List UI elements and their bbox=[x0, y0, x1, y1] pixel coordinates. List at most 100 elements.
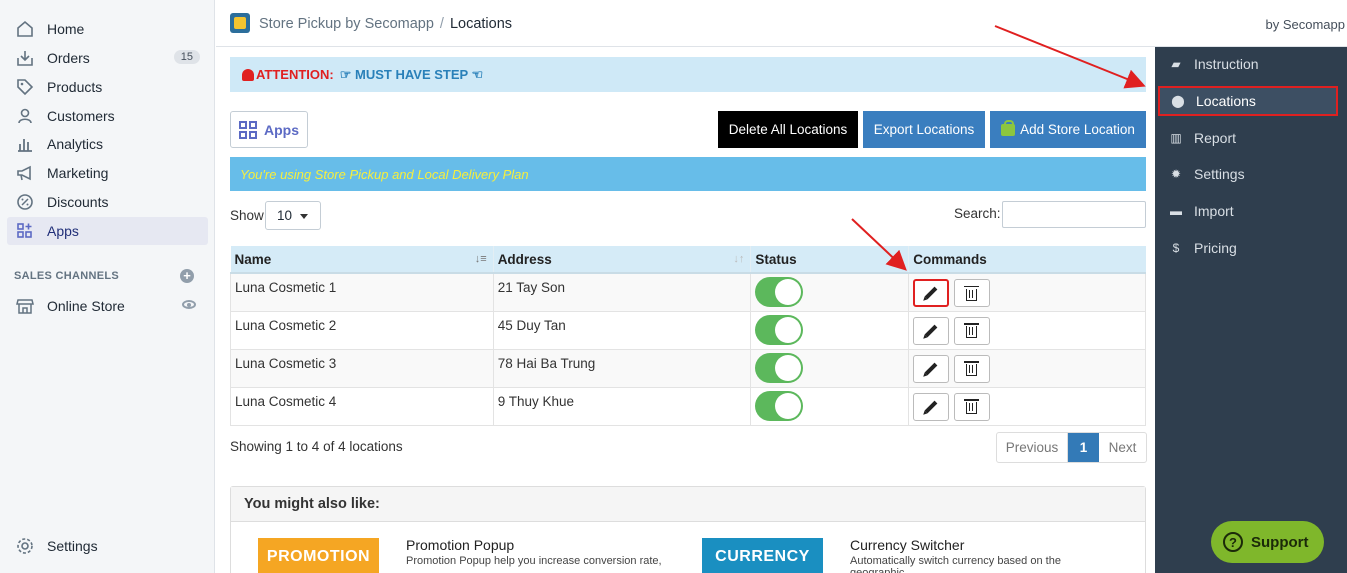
sidebar-item-pricing[interactable]: $ Pricing bbox=[1158, 233, 1338, 263]
edit-location-button[interactable] bbox=[913, 354, 950, 383]
add-channel-icon[interactable]: + bbox=[180, 269, 194, 283]
store-icon bbox=[15, 296, 35, 316]
status-cell bbox=[750, 386, 909, 426]
gear-icon: ✹ bbox=[1170, 167, 1182, 181]
status-toggle[interactable] bbox=[755, 390, 804, 421]
commands-cell bbox=[908, 310, 1146, 349]
location-name: Luna Cosmetic 2 bbox=[230, 310, 494, 349]
delete-location-button[interactable] bbox=[953, 279, 990, 307]
nav-item-settings[interactable]: Settings bbox=[7, 532, 208, 560]
currency-switcher-thumbnail[interactable]: CURRENCY bbox=[702, 538, 823, 573]
apps-button[interactable]: Apps bbox=[230, 111, 308, 148]
nav-item-products[interactable]: Products bbox=[7, 73, 208, 101]
pagination: Previous 1 Next bbox=[996, 432, 1147, 463]
developer-byline[interactable]: by Secomapp bbox=[1266, 17, 1346, 32]
promotion-popup-thumbnail[interactable]: PROMOTION bbox=[258, 538, 379, 573]
map-pin-icon: ⬤ bbox=[1171, 94, 1185, 108]
bar-chart-icon bbox=[15, 134, 35, 154]
edit-location-button[interactable] bbox=[913, 316, 950, 345]
page-size-select[interactable]: 10 bbox=[265, 201, 321, 230]
home-icon bbox=[15, 19, 35, 39]
eye-icon[interactable] bbox=[182, 300, 196, 309]
location-address: 78 Hai Ba Trung bbox=[492, 348, 751, 387]
sort-asc-icon: ↓≡ bbox=[474, 253, 487, 265]
pencil-icon bbox=[924, 324, 938, 337]
page-1-button[interactable]: 1 bbox=[1068, 433, 1099, 462]
promotion-popup-description: Promotion Popup help you increase conver… bbox=[406, 555, 662, 567]
location-name: Luna Cosmetic 1 bbox=[230, 272, 494, 311]
column-header-name[interactable]: Name ↓≡ bbox=[230, 246, 494, 274]
nav-label: Online Store bbox=[47, 298, 125, 314]
status-toggle[interactable] bbox=[755, 277, 804, 307]
export-locations-button[interactable]: Export Locations bbox=[863, 111, 985, 148]
apps-icon bbox=[15, 221, 35, 241]
search-input[interactable] bbox=[1002, 201, 1146, 228]
status-toggle[interactable] bbox=[755, 314, 804, 345]
discount-icon bbox=[15, 192, 35, 212]
promotion-popup-title[interactable]: Promotion Popup bbox=[406, 537, 514, 553]
nav-label: Discounts bbox=[47, 194, 109, 210]
trash-icon bbox=[964, 399, 980, 414]
delete-location-button[interactable] bbox=[953, 354, 990, 383]
sidebar-item-settings[interactable]: ✹ Settings bbox=[1158, 159, 1338, 189]
edit-location-button[interactable] bbox=[913, 392, 950, 421]
previous-page-button[interactable]: Previous bbox=[997, 433, 1068, 462]
toggle-knob bbox=[775, 279, 802, 305]
attention-banner: ATTENTION: ☞ MUST HAVE STEP ☜ bbox=[230, 57, 1146, 92]
page-size-value: 10 bbox=[277, 208, 293, 223]
nav-label: Home bbox=[47, 21, 85, 37]
table-row: Luna Cosmetic 2 45 Duy Tan bbox=[230, 310, 1146, 349]
add-store-location-button[interactable]: Add Store Location bbox=[990, 111, 1146, 148]
pencil-icon bbox=[924, 400, 938, 413]
table-row: Luna Cosmetic 3 78 Hai Ba Trung bbox=[230, 348, 1146, 387]
sidebar-item-label: Pricing bbox=[1194, 240, 1237, 256]
qr-grid-icon bbox=[239, 120, 257, 139]
sidebar-item-label: Instruction bbox=[1194, 56, 1259, 72]
nav-item-analytics[interactable]: Analytics bbox=[7, 130, 208, 158]
edit-location-button[interactable] bbox=[913, 279, 950, 307]
currency-switcher-title[interactable]: Currency Switcher bbox=[850, 537, 964, 553]
status-cell bbox=[750, 272, 909, 311]
nav-item-customers[interactable]: Customers bbox=[7, 102, 208, 130]
trash-icon bbox=[964, 323, 980, 338]
header-label: Address bbox=[497, 251, 552, 267]
nav-item-home[interactable]: Home bbox=[7, 15, 208, 43]
must-have-step-link[interactable]: ☞ MUST HAVE STEP ☜ bbox=[340, 67, 483, 83]
sidebar-item-instruction[interactable]: ▰ Instruction bbox=[1158, 49, 1338, 79]
nav-item-orders[interactable]: Orders 15 bbox=[7, 44, 208, 72]
bar-chart-icon: ▥ bbox=[1170, 131, 1182, 145]
delete-all-locations-button[interactable]: Delete All Locations bbox=[718, 111, 858, 148]
breadcrumb-separator: / bbox=[439, 16, 444, 32]
bell-icon bbox=[242, 68, 254, 81]
sidebar-item-label: Import bbox=[1194, 203, 1234, 219]
delete-location-button[interactable] bbox=[953, 316, 990, 345]
header-label: Name bbox=[234, 251, 272, 267]
column-header-commands: Commands bbox=[908, 246, 1146, 274]
table-row: Luna Cosmetic 49 Thuy Khue bbox=[230, 386, 1146, 426]
delete-location-button[interactable] bbox=[953, 392, 990, 421]
top-bar: Store Pickup by Secomapp / Locations by Se… bbox=[216, 0, 1347, 47]
support-button[interactable]: ? Support bbox=[1211, 521, 1324, 563]
sidebar-item-report[interactable]: ▥ Report bbox=[1158, 123, 1338, 153]
table-info: Showing 1 to 4 of 4 locations bbox=[230, 439, 403, 454]
nav-label: Marketing bbox=[47, 165, 109, 181]
breadcrumb-app[interactable]: Store Pickup by Secomapp bbox=[259, 16, 434, 32]
attention-label: ATTENTION: bbox=[256, 67, 334, 82]
toggle-knob bbox=[775, 316, 802, 343]
sidebar-item-locations[interactable]: ⬤ Locations bbox=[1158, 86, 1338, 116]
location-name: Luna Cosmetic 4 bbox=[230, 386, 494, 426]
sales-channels-header: SALES CHANNELS bbox=[14, 270, 120, 282]
nav-item-marketing[interactable]: Marketing bbox=[7, 159, 208, 187]
locations-table: Name ↓≡ Address ↓↑ Status Commands Luna Co… bbox=[230, 246, 1146, 426]
nav-item-online-store[interactable]: Online Store bbox=[7, 292, 208, 320]
status-toggle[interactable] bbox=[755, 352, 804, 383]
next-page-button[interactable]: Next bbox=[1099, 433, 1146, 462]
column-header-address[interactable]: Address ↓↑ bbox=[492, 246, 751, 274]
app-sidebar: ▰ Instruction ⬤ Locations ▥ Report ✹ Setting… bbox=[1155, 47, 1347, 573]
nav-item-apps[interactable]: Apps bbox=[7, 217, 208, 245]
location-address: 21 Tay Son bbox=[492, 272, 751, 311]
nav-item-discounts[interactable]: Discounts bbox=[7, 188, 208, 216]
column-header-status: Status bbox=[750, 246, 909, 274]
sidebar-item-import[interactable]: ▬ Import bbox=[1158, 196, 1338, 226]
book-icon: ▰ bbox=[1171, 57, 1181, 71]
